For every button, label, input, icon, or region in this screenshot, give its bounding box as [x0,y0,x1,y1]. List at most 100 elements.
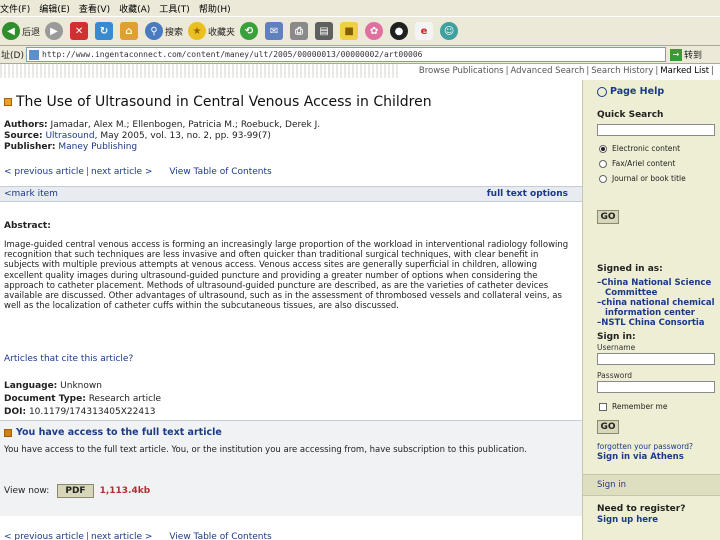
sidebar: Page Help Quick Search Electronic conten… [582,80,720,540]
signed-in-heading: Signed in as: [597,264,663,274]
menu-view[interactable]: 查看(V) [79,2,119,15]
nav-marked-list[interactable]: Marked List [658,66,711,76]
messenger-icon: ☺ [440,22,459,40]
previous-article-link-bottom[interactable]: < previous article [4,532,84,540]
need-register-heading: Need to register? [597,504,686,514]
main-content: The Use of Ultrasound in Central Venous … [0,80,582,540]
authors-value[interactable]: Jamadar, Alex M.; Ellenbogen, Patricia M… [51,120,321,130]
stop-button[interactable]: ✕ [70,22,90,40]
citing-articles-link[interactable]: Articles that cite this article? [4,354,133,364]
next-article-link-bottom[interactable]: next article > [91,532,152,540]
password-label: Password [597,371,633,380]
pdf-size: 1,113.4kb [99,486,151,496]
address-bar: 址(D) http://www.ingentaconnect.com/conte… [0,46,720,64]
view-toc-link[interactable]: View Table of Contents [169,167,271,177]
previous-article-link[interactable]: < previous article [4,167,84,177]
view-now-row: View now: PDF 1,113.4kb [4,484,150,498]
sign-in-heading: Sign in: [597,332,636,342]
access-title: You have access to the full text article [4,427,222,438]
sign-up-link[interactable]: Sign up here [597,515,658,525]
remember-me-label: Remember me [612,402,668,411]
search-label: 搜索 [165,27,184,38]
article-title: The Use of Ultrasound in Central Venous … [4,94,432,110]
doi-value: 10.1179/174313405X22413 [28,407,156,417]
address-label: 址(D) [1,51,24,61]
publisher-label: Publisher: [4,142,56,152]
notes-button[interactable]: ■ [340,22,360,40]
address-input[interactable]: http://www.ingentaconnect.com/content/ma… [26,47,666,62]
edit-button[interactable]: ▤ [315,22,335,40]
sign-in-go-button[interactable]: GO [597,420,619,434]
mail-button[interactable]: ✉ [265,22,285,40]
title-bullet-icon [4,98,12,106]
view-toc-link-bottom[interactable]: View Table of Contents [169,532,271,540]
go-arrow-icon[interactable]: → [670,48,682,61]
history-button[interactable]: ⟲ [240,22,260,40]
publisher-link[interactable]: Maney Publishing [58,142,137,152]
access-box: You have access to the full text article… [0,420,582,516]
header-stripe [0,64,400,78]
nav-browse-publications[interactable]: Browse Publications [417,66,506,76]
quick-search-go-button[interactable]: GO [597,210,619,224]
page-help-text: Page Help [610,86,665,97]
menu-edit[interactable]: 编辑(E) [39,2,79,15]
full-text-options-link[interactable]: full text options [487,189,568,199]
doctype-label: Document Type: [4,394,86,404]
ebay-button[interactable]: e [415,22,435,40]
access-text: You have access to the full text article… [4,445,527,455]
refresh-button[interactable]: ↻ [95,22,115,40]
article-meta: Authors: Jamadar, Alex M.; Ellenbogen, P… [4,120,320,153]
mail-icon: ✉ [265,22,284,40]
radio-electronic-content[interactable]: Electronic content [599,144,680,153]
view-now-label: View now: [4,486,50,496]
print-button[interactable]: ⎙ [290,22,310,40]
printer-icon: ⎙ [290,22,309,40]
radio-electronic-label: Electronic content [612,144,681,153]
flower-button[interactable]: ✿ [365,22,385,40]
sign-in-box-link[interactable]: Sign in [597,480,626,490]
access-bullet-icon [4,428,12,437]
source-journal-link[interactable]: Ultrasound [45,131,94,141]
signed-in-item: –China National Science [597,278,712,288]
username-input[interactable] [597,353,715,365]
page-help-link[interactable]: Page Help [597,86,664,97]
flower-icon: ✿ [365,22,384,40]
quick-search-input[interactable] [597,124,715,136]
password-input[interactable] [597,381,715,393]
next-article-link[interactable]: next article > [91,167,152,177]
back-button[interactable]: ◀ 后退 [2,22,40,40]
nav-advanced-search[interactable]: Advanced Search [508,66,586,76]
qq-button[interactable]: ● [390,22,410,40]
pdf-button[interactable]: PDF [57,484,94,498]
go-button[interactable]: 转到 [684,48,702,61]
menu-file[interactable]: 文件(F) [0,2,39,15]
radio-icon [599,174,607,183]
back-arrow-icon: ◀ [2,22,20,40]
nav-search-history[interactable]: Search History [589,66,655,76]
language-label: Language: [4,381,58,391]
radio-fax-content[interactable]: Fax/Ariel content [599,159,675,168]
forward-button[interactable]: ▶ [45,22,65,40]
article-nav-bottom: < previous article | next article > View T… [4,532,272,540]
forgotten-password-link[interactable]: forgotten your password? [597,442,693,451]
favorites-button[interactable]: ★ 收藏夹 [188,22,235,40]
menu-help[interactable]: 帮助(H) [199,2,240,15]
athens-sign-in-link[interactable]: Sign in via Athens [597,452,684,462]
doi-label: DOI: [4,407,27,417]
menu-tools[interactable]: 工具(T) [159,2,199,15]
address-url: http://www.ingentaconnect.com/content/ma… [42,50,423,59]
access-title-text: You have access to the full text article [16,427,222,438]
radio-icon-selected [599,144,607,153]
home-button[interactable]: ⌂ [120,22,140,40]
options-bar: <mark item full text options [0,186,582,202]
radio-icon [599,159,607,168]
history-icon: ⟲ [240,22,259,40]
radio-journal-title[interactable]: Journal or book title [599,174,686,183]
messenger-button[interactable]: ☺ [440,22,460,40]
home-icon: ⌂ [120,22,139,40]
article-nav-top: < previous article | next article > View T… [4,167,272,177]
menu-favorites[interactable]: 收藏(A) [119,2,159,15]
mark-item-link[interactable]: <mark item [4,189,58,199]
search-button[interactable]: ⚲ 搜索 [145,22,183,40]
remember-me-checkbox[interactable]: Remember me [599,402,667,411]
